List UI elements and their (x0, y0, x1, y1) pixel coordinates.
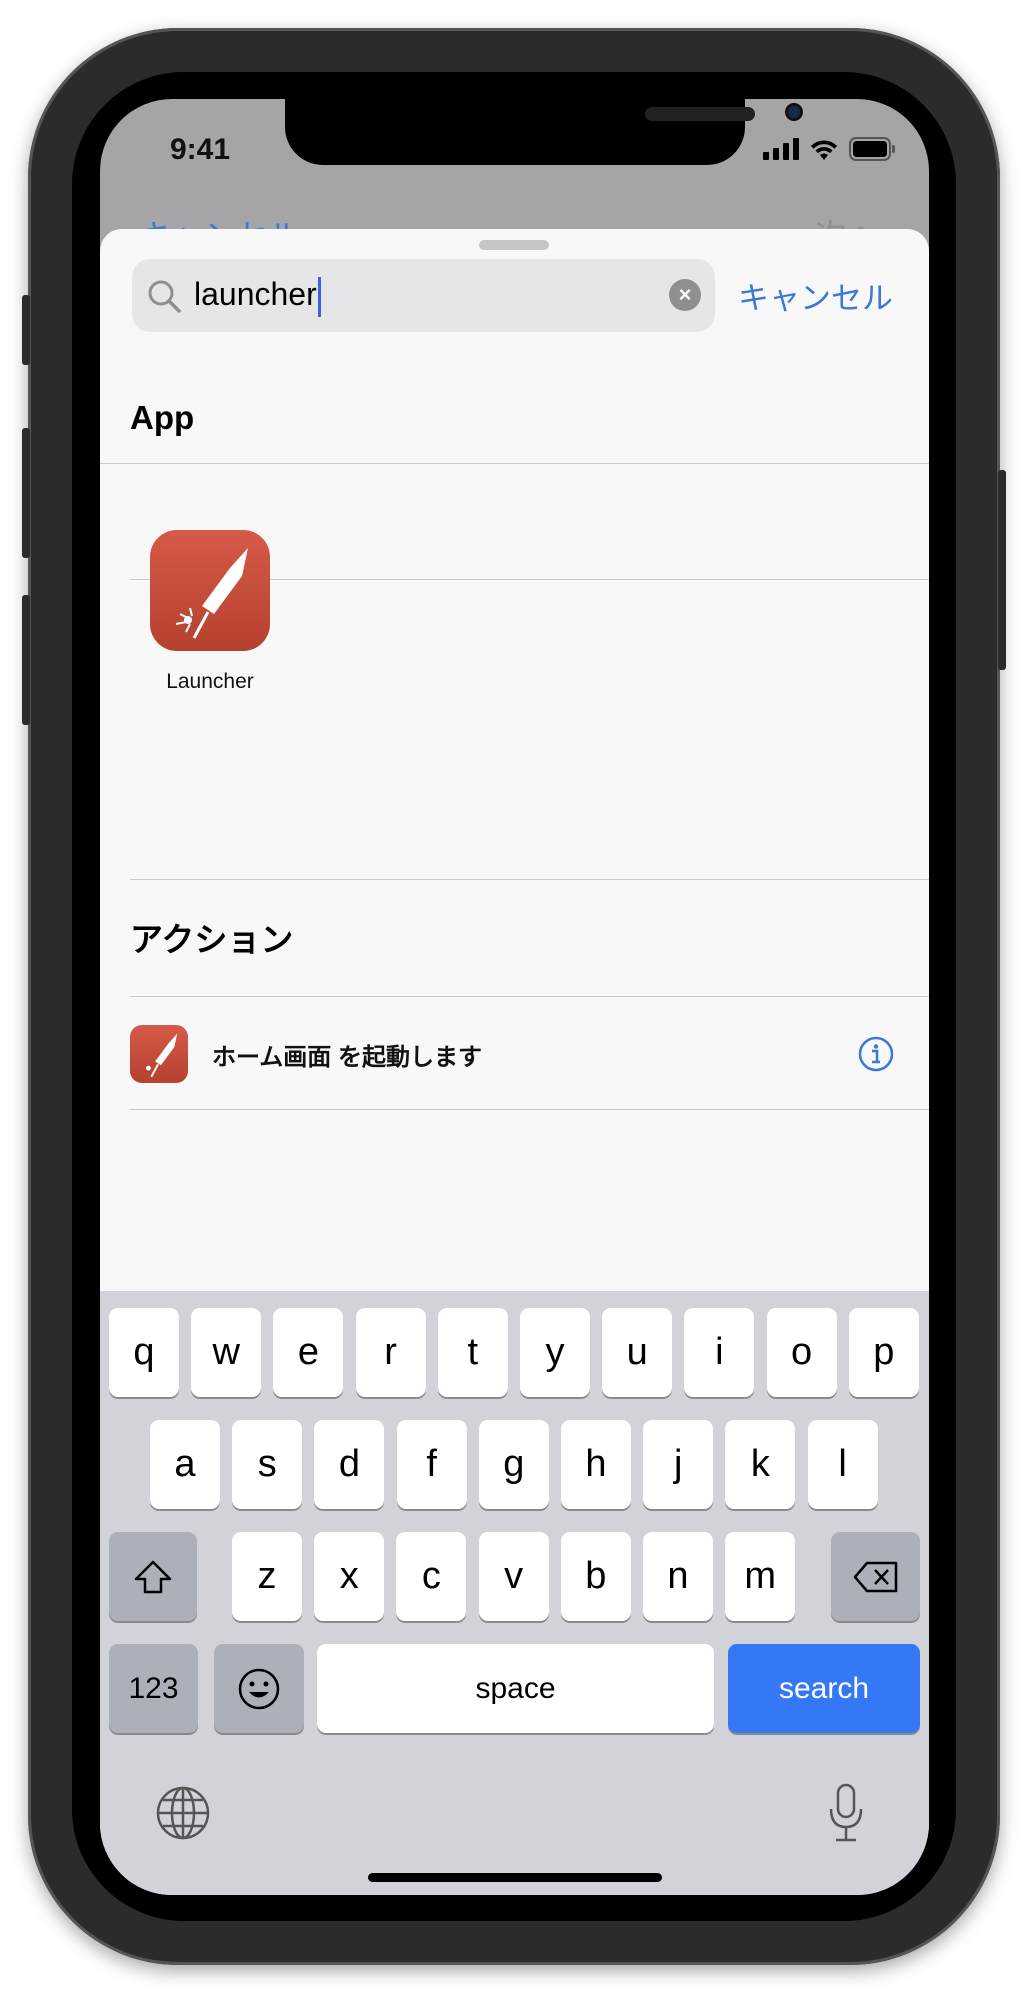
camera (785, 103, 803, 121)
rocket-firework-icon (130, 1025, 188, 1083)
wifi-icon (811, 140, 837, 160)
key-w[interactable]: w (191, 1308, 262, 1397)
key-z[interactable]: z (232, 1532, 302, 1621)
cancel-button[interactable]: キャンセル (738, 273, 893, 318)
key-l[interactable]: l (807, 1420, 878, 1509)
numbers-key[interactable]: 123 (109, 1644, 198, 1733)
microphone-icon[interactable] (828, 1783, 864, 1843)
backspace-icon (853, 1561, 897, 1592)
screen: 9:41 キャンセル 次へ launcher × キャンセル App Launc… (100, 99, 929, 1895)
divider (130, 996, 929, 997)
status-icons (763, 137, 895, 161)
key-y[interactable]: y (520, 1308, 590, 1397)
section-header-app: App (130, 399, 195, 436)
emoji-key[interactable] (214, 1644, 304, 1733)
app-label: Launcher (166, 670, 254, 693)
section-header-actions: アクション (130, 921, 294, 958)
search-value: launcher (194, 276, 317, 312)
globe-icon[interactable] (155, 1785, 211, 1841)
key-p[interactable]: p (848, 1308, 919, 1397)
shift-key[interactable] (109, 1532, 197, 1621)
key-h[interactable]: h (561, 1420, 631, 1509)
search-input[interactable]: launcher × (132, 259, 715, 332)
delete-key[interactable] (831, 1532, 920, 1621)
key-g[interactable]: g (478, 1420, 549, 1509)
volume-up-button (22, 428, 30, 558)
key-x[interactable]: x (314, 1532, 385, 1621)
key-k[interactable]: k (725, 1420, 796, 1509)
status-time: 9:41 (170, 133, 231, 166)
key-r[interactable]: r (355, 1308, 426, 1397)
key-n[interactable]: n (643, 1532, 713, 1621)
key-u[interactable]: u (602, 1308, 673, 1397)
keyboard: 123 space search qwertyuiop asdfghjkl zxcv… (100, 1291, 929, 1895)
divider (130, 1109, 929, 1110)
power-button (998, 470, 1006, 670)
shift-arrow-icon (134, 1560, 172, 1593)
battery-icon (849, 137, 895, 161)
sheet-grabber[interactable] (479, 240, 549, 250)
action-label: ホーム画面 を起動します (212, 1044, 482, 1071)
key-v[interactable]: v (478, 1532, 549, 1621)
key-j[interactable]: j (643, 1420, 714, 1509)
space-key[interactable]: space (317, 1644, 714, 1733)
info-icon[interactable] (858, 1036, 894, 1072)
rocket-firework-icon (150, 530, 270, 651)
mute-switch (22, 295, 30, 365)
key-d[interactable]: d (314, 1420, 385, 1509)
key-c[interactable]: c (396, 1532, 467, 1621)
speaker (645, 107, 755, 121)
divider (100, 463, 929, 464)
search-icon (148, 280, 181, 313)
key-m[interactable]: m (725, 1532, 796, 1621)
key-e[interactable]: e (273, 1308, 344, 1397)
home-indicator[interactable] (368, 1873, 662, 1882)
search-key[interactable]: search (728, 1644, 920, 1733)
key-o[interactable]: o (766, 1308, 837, 1397)
divider (130, 879, 929, 880)
key-b[interactable]: b (560, 1532, 631, 1621)
key-q[interactable]: q (109, 1308, 179, 1397)
key-f[interactable]: f (396, 1420, 467, 1509)
key-i[interactable]: i (684, 1308, 755, 1397)
volume-down-button (22, 595, 30, 725)
clear-icon[interactable]: × (669, 279, 701, 311)
emoji-icon (238, 1668, 280, 1709)
key-a[interactable]: a (150, 1420, 220, 1509)
signal-icon (763, 138, 799, 160)
key-t[interactable]: t (437, 1308, 508, 1397)
key-s[interactable]: s (232, 1420, 303, 1509)
text-caret (317, 276, 321, 317)
notch (285, 99, 803, 165)
